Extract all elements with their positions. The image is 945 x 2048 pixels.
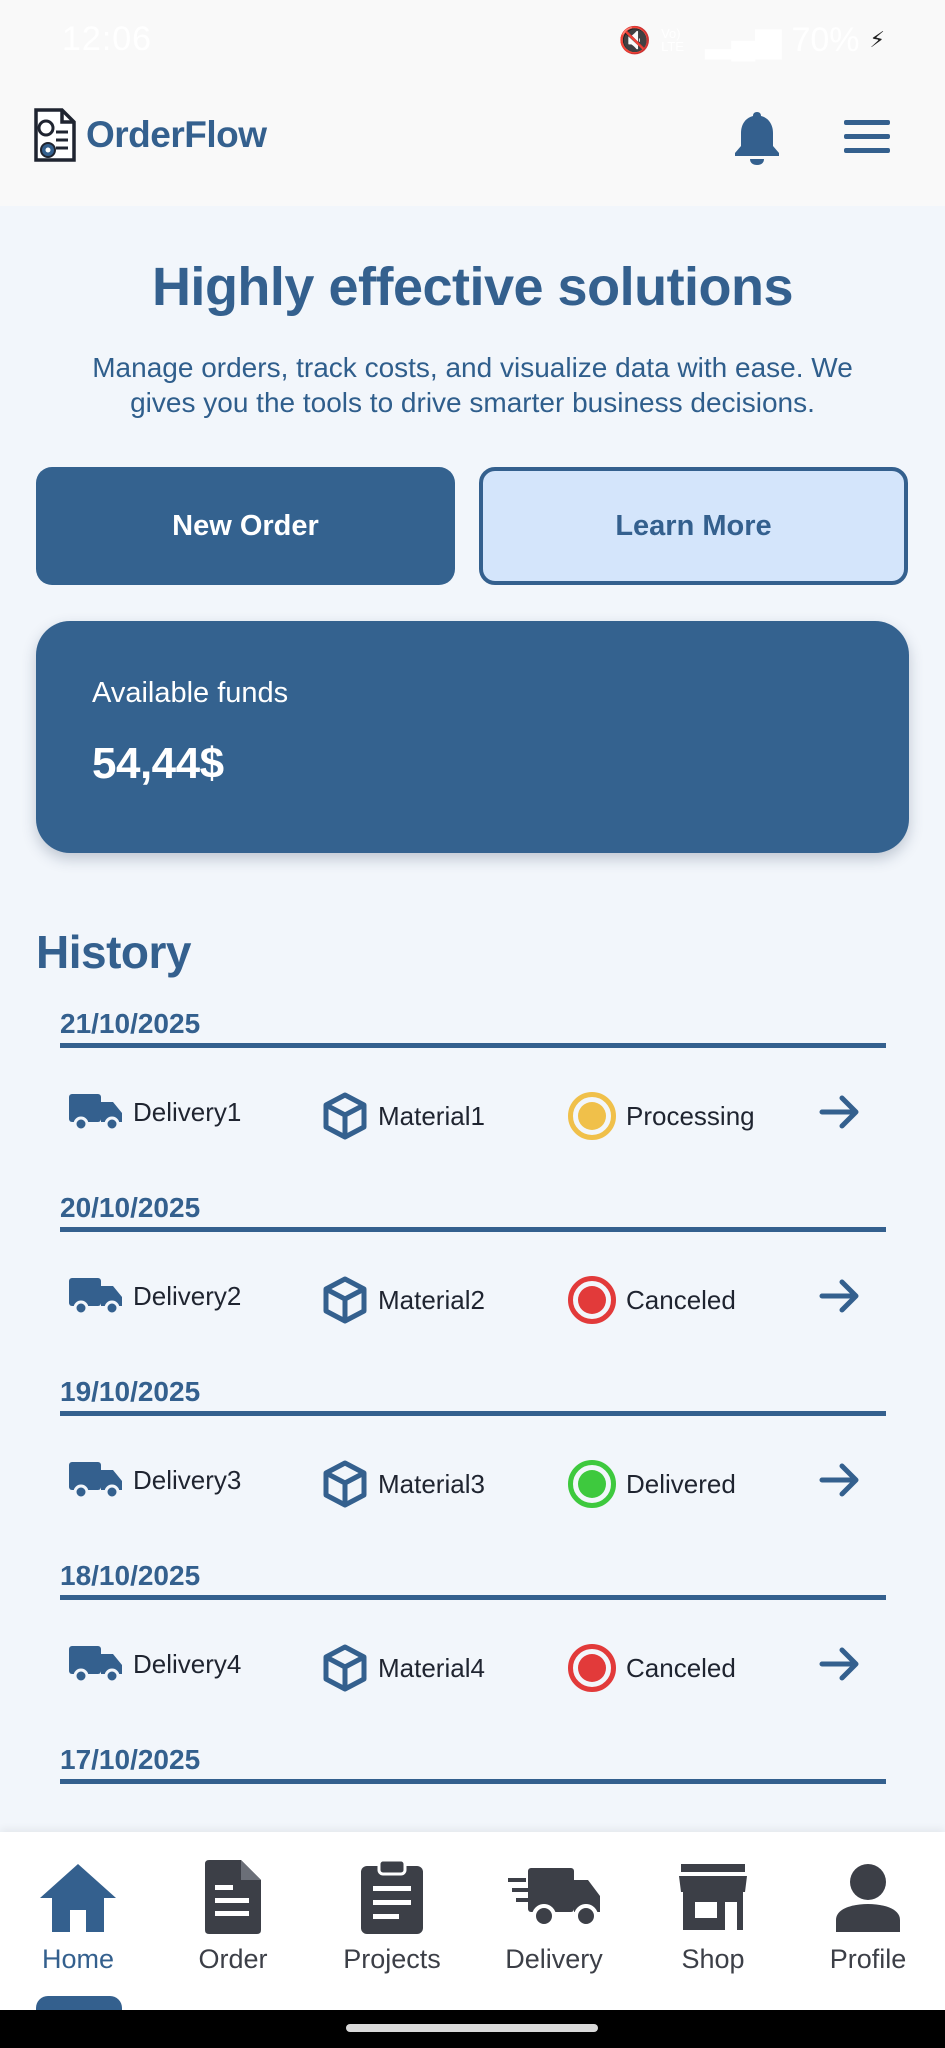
status-text: Canceled: [626, 1652, 736, 1683]
status-time: 12:06: [62, 20, 153, 58]
learn-more-button[interactable]: Learn More: [479, 467, 908, 585]
status-text: Canceled: [626, 1284, 736, 1315]
nav-item-home[interactable]: Home: [8, 1858, 148, 1975]
arrow-right-icon[interactable]: [816, 1088, 864, 1136]
history-status: Processing: [568, 1092, 755, 1140]
arrow-right-icon[interactable]: [816, 1640, 864, 1688]
cube-icon: [323, 1092, 367, 1140]
history-date: 19/10/2025: [60, 1376, 201, 1407]
history-group: 19/10/2025 Delivery3 Material3 Delivered: [60, 1376, 886, 1536]
nav-item-shop[interactable]: Shop: [643, 1858, 783, 1975]
nav-item-projects[interactable]: Projects: [322, 1858, 462, 1975]
history-delivery: Delivery4: [69, 1644, 241, 1684]
nav-label-delivery: Delivery: [505, 1944, 603, 1974]
mute-icon: 🔇: [618, 24, 652, 55]
truck-icon: [508, 1868, 600, 1928]
bell-icon[interactable]: [732, 108, 782, 166]
history-delivery: Delivery1: [69, 1092, 241, 1132]
hero-title: Highly effective solutions: [151, 257, 794, 317]
delivery-name: Delivery4: [133, 1648, 242, 1679]
arrow-right-icon[interactable]: [816, 1456, 864, 1504]
status-indicator-icon: [568, 1276, 616, 1324]
brand[interactable]: OrderFlow: [28, 106, 267, 164]
history-status: Canceled: [568, 1276, 736, 1324]
history-group: 20/10/2025 Delivery2 Material2 Canceled: [60, 1192, 886, 1352]
nav-label-shop: Shop: [681, 1944, 745, 1974]
history-status: Delivered: [568, 1460, 736, 1508]
status-text: Delivered: [626, 1468, 736, 1499]
logo-icon: [34, 108, 76, 162]
history-row[interactable]: Delivery2 Material2 Canceled: [60, 1232, 886, 1352]
history-group: 17/10/2025: [60, 1744, 886, 1784]
history-date: 20/10/2025: [60, 1192, 201, 1223]
hamburger-menu-icon[interactable]: [844, 120, 890, 154]
nav-item-delivery[interactable]: Delivery: [484, 1858, 624, 1975]
delivery-name: Delivery3: [133, 1464, 242, 1495]
history-date: 21/10/2025: [60, 1008, 201, 1039]
hero-subtitle: Manage orders, track costs, and visualiz…: [92, 352, 853, 418]
history-title: History: [36, 926, 191, 978]
history-material: Material3: [322, 1460, 485, 1508]
charging-icon: ⚡: [869, 27, 885, 52]
material-name: Material3: [378, 1468, 485, 1499]
nav-label-projects: Projects: [343, 1944, 441, 1974]
delivery-name: Delivery1: [133, 1096, 242, 1127]
history-row[interactable]: Delivery3 Material3 Delivered: [60, 1416, 886, 1536]
status-bar: 12:06 🔇 Vo) LTE ▂▄▆ 70% ⚡: [0, 0, 945, 78]
person-icon: [836, 1864, 900, 1932]
truck-icon: [69, 1462, 122, 1500]
app-header: OrderFlow: [0, 78, 945, 206]
network-label: Vo) LTE: [661, 26, 684, 54]
cube-icon: [323, 1276, 367, 1324]
clipboard-icon: [361, 1858, 423, 1934]
material-name: Material4: [378, 1652, 485, 1683]
nav-label-profile: Profile: [829, 1944, 907, 1974]
history-group: 21/10/2025 Delivery1 Material1 Processing: [60, 1008, 886, 1168]
truck-icon: [69, 1278, 122, 1316]
store-icon: [679, 1864, 747, 1930]
truck-icon: [69, 1094, 122, 1132]
history-delivery: Delivery2: [69, 1276, 241, 1316]
funds-label: Available funds: [92, 677, 289, 709]
status-indicator-icon: [568, 1460, 616, 1508]
nav-label-home: Home: [41, 1944, 115, 1974]
history-row[interactable]: Delivery1 Material1 Processing: [60, 1048, 886, 1168]
bottom-navigation: Home Order Projects Delivery Shop Profil…: [0, 1832, 945, 2016]
material-name: Material1: [378, 1100, 485, 1131]
history-material: Material4: [322, 1644, 485, 1692]
cube-icon: [323, 1460, 367, 1508]
history-group: 18/10/2025 Delivery4 Material4 Canceled: [60, 1560, 886, 1720]
cube-icon: [323, 1644, 367, 1692]
new-order-button[interactable]: New Order: [36, 467, 455, 585]
history-material: Material2: [322, 1276, 485, 1324]
app-name: OrderFlow: [86, 114, 267, 155]
document-icon: [205, 1860, 261, 1934]
history-row[interactable]: Delivery4 Material4 Canceled: [60, 1600, 886, 1720]
truck-icon: [69, 1646, 122, 1684]
funds-card: Available funds 54,44$: [36, 621, 909, 853]
signal-icon: ▂▄▆: [705, 21, 782, 59]
home-gesture-bar[interactable]: [346, 2024, 598, 2032]
nav-item-order[interactable]: Order: [163, 1858, 303, 1975]
history-delivery: Delivery3: [69, 1460, 241, 1500]
status-indicator-icon: [568, 1092, 616, 1140]
history-status: Canceled: [568, 1644, 736, 1692]
history-material: Material1: [322, 1092, 485, 1140]
nav-label-order: Order: [198, 1944, 268, 1974]
battery-level: 70%: [791, 20, 860, 59]
status-indicators: 🔇 Vo) LTE ▂▄▆ 70% ⚡: [619, 20, 885, 60]
arrow-right-icon[interactable]: [816, 1272, 864, 1320]
nav-item-profile[interactable]: Profile: [798, 1858, 938, 1975]
status-text: Processing: [626, 1100, 755, 1131]
history-date: 18/10/2025: [60, 1560, 201, 1591]
home-icon: [40, 1864, 116, 1932]
history-divider: [60, 1779, 886, 1784]
delivery-name: Delivery2: [133, 1280, 242, 1311]
system-navigation-bar: [0, 2010, 945, 2048]
material-name: Material2: [378, 1284, 485, 1315]
history-date: 17/10/2025: [60, 1744, 201, 1775]
funds-value: 54,44$: [92, 739, 224, 788]
status-indicator-icon: [568, 1644, 616, 1692]
